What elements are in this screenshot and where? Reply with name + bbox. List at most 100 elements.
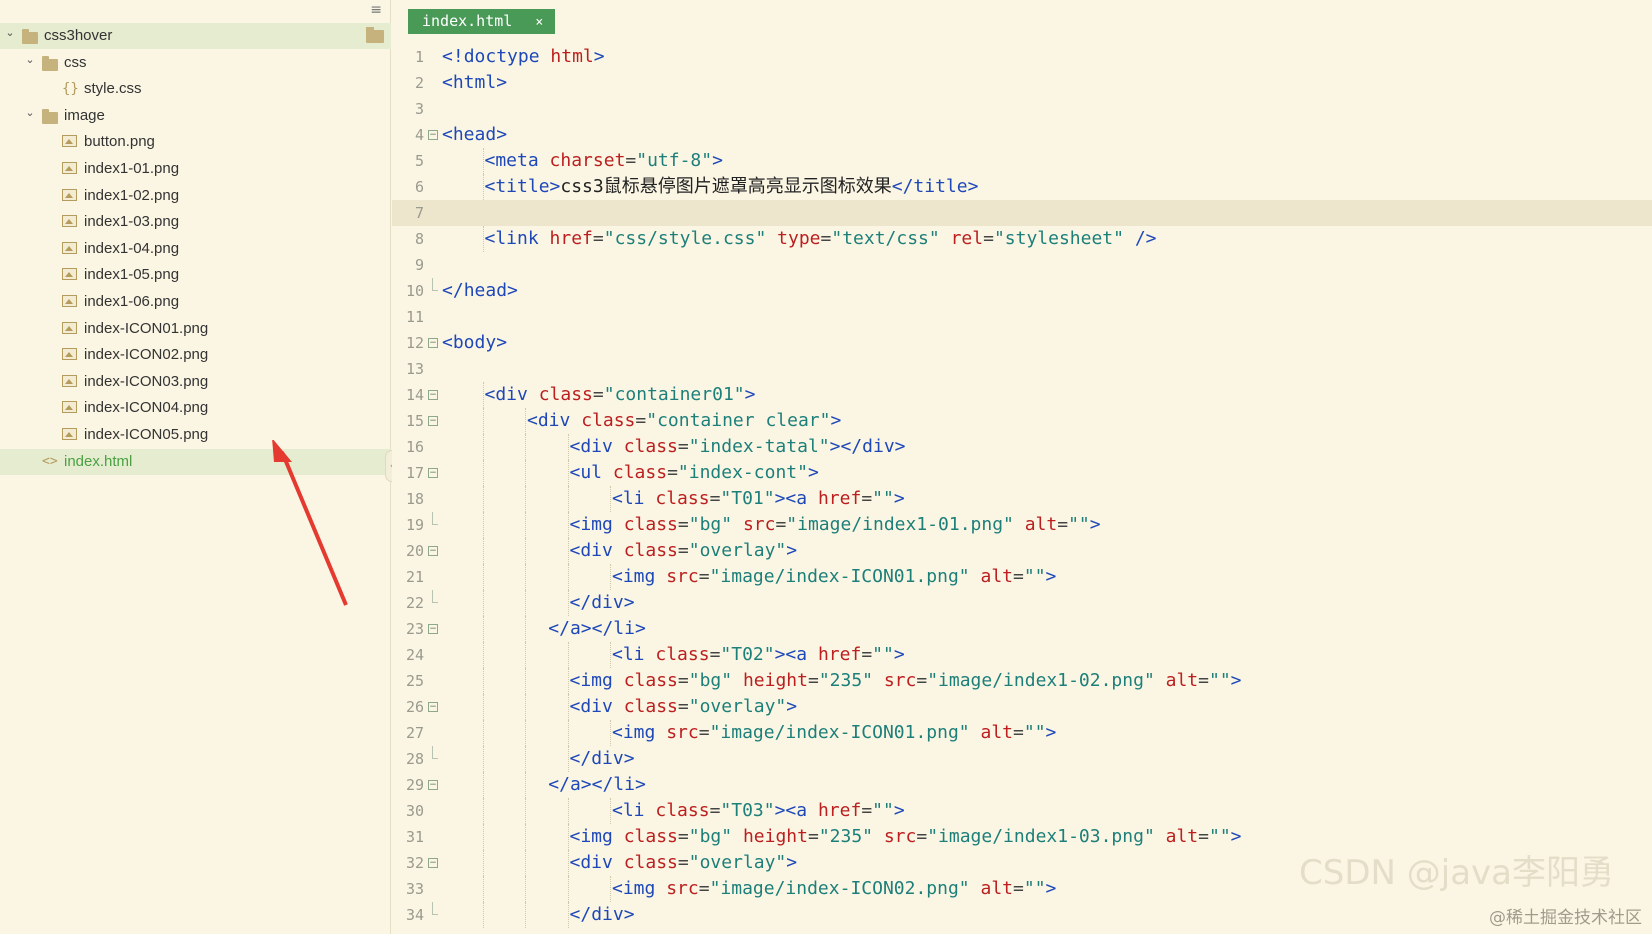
code-text: </a></li> bbox=[548, 616, 646, 642]
code-line[interactable]: 6 <title>css3鼠标悬停图片遮罩高亮显示图标效果</title> bbox=[392, 174, 1652, 200]
code-line[interactable]: 19 <img class="bg" src="image/index1-01.p… bbox=[392, 512, 1652, 538]
code-line[interactable]: 7 bbox=[392, 200, 1652, 226]
code-area[interactable]: 1 <!doctype html> 2 <html> 3 4− <head> 5 <meta c… bbox=[392, 44, 1652, 928]
fold-toggle-icon[interactable]: − bbox=[428, 858, 438, 868]
chevron-down-icon[interactable]: ⌄ bbox=[24, 100, 36, 126]
code-token: < bbox=[569, 826, 581, 847]
fold-toggle-icon[interactable]: − bbox=[428, 546, 438, 556]
code-line[interactable]: 9 bbox=[392, 252, 1652, 278]
code-token: > bbox=[893, 644, 905, 665]
code-line[interactable]: 30 <li class="T03"><a href=""> bbox=[392, 798, 1652, 824]
code-line[interactable]: 17− <ul class="index-cont"> bbox=[392, 460, 1652, 486]
code-token: = bbox=[677, 852, 689, 873]
tree-item-index-icon04-png[interactable]: index-ICON04.png bbox=[0, 395, 391, 421]
code-line[interactable]: 10 </head> bbox=[392, 278, 1652, 304]
code-line[interactable]: 18 <li class="T01"><a href=""> bbox=[392, 486, 1652, 512]
indent-guide bbox=[525, 798, 526, 824]
fold-toggle-icon[interactable]: − bbox=[428, 468, 438, 478]
tree-item-index-icon01-png[interactable]: index-ICON01.png bbox=[0, 316, 391, 342]
code-token: </ bbox=[891, 176, 914, 197]
indent-guide bbox=[567, 746, 569, 772]
indent-guide bbox=[610, 798, 611, 824]
code-token: >< bbox=[774, 488, 797, 509]
tree-item-css3hover[interactable]: ⌄ css3hover bbox=[0, 23, 391, 49]
fold-toggle-icon[interactable]: − bbox=[428, 130, 438, 140]
code-line[interactable]: 26− <div class="overlay"> bbox=[392, 694, 1652, 720]
fold-toggle-icon[interactable]: − bbox=[428, 338, 438, 348]
indent-guide bbox=[482, 148, 484, 174]
fold-toggle-icon[interactable]: − bbox=[428, 416, 438, 426]
code-line[interactable]: 13 bbox=[392, 356, 1652, 382]
tree-item-label: css bbox=[64, 53, 87, 71]
tree-item-index1-03-png[interactable]: index1-03.png bbox=[0, 209, 391, 235]
indent-guide bbox=[525, 590, 526, 616]
tab-label: index.html bbox=[422, 12, 513, 30]
code-line[interactable]: 5 <meta charset="utf-8"> bbox=[392, 148, 1652, 174]
tree-item-index1-05-png[interactable]: index1-05.png bbox=[0, 262, 391, 288]
code-line[interactable]: 23− </a></li> bbox=[392, 616, 1652, 642]
code-line[interactable]: 15− <div class="container clear"> bbox=[392, 408, 1652, 434]
code-token: > bbox=[744, 384, 756, 405]
tab-index-html[interactable]: index.html × bbox=[408, 9, 556, 34]
indent-guide bbox=[567, 668, 569, 694]
code-line[interactable]: 1 <!doctype html> bbox=[392, 44, 1652, 70]
chevron-down-icon[interactable]: ⌄ bbox=[24, 47, 36, 73]
tree-item-index1-06-png[interactable]: index1-06.png bbox=[0, 289, 391, 315]
code-line[interactable]: 14− <div class="container01"> bbox=[392, 382, 1652, 408]
code-token: < bbox=[569, 696, 581, 717]
fold-toggle-icon[interactable]: − bbox=[428, 624, 438, 634]
chevron-down-icon[interactable]: ⌄ bbox=[4, 20, 16, 46]
tree-item-index1-02-png[interactable]: index1-02.png bbox=[0, 183, 391, 209]
tab-close-icon[interactable]: × bbox=[535, 15, 543, 30]
tree-item-index-icon05-png[interactable]: index-ICON05.png bbox=[0, 422, 391, 448]
code-line[interactable]: 4− <head> bbox=[392, 122, 1652, 148]
tree-item-index1-01-png[interactable]: index1-01.png bbox=[0, 156, 391, 182]
fold-toggle-icon[interactable]: − bbox=[428, 390, 438, 400]
open-folder-icon[interactable] bbox=[366, 27, 384, 43]
code-line[interactable]: 21 <img src="image/index-ICON01.png" alt=… bbox=[392, 564, 1652, 590]
indent-guide bbox=[482, 876, 484, 902]
fold-toggle-icon[interactable]: − bbox=[428, 702, 438, 712]
code-line[interactable]: 2 <html> bbox=[392, 70, 1652, 96]
code-token: li bbox=[622, 488, 645, 509]
indent-guide bbox=[567, 512, 569, 538]
code-line[interactable]: 24 <li class="T02"><a href=""> bbox=[392, 642, 1652, 668]
code-line[interactable]: 34 </div> bbox=[392, 902, 1652, 928]
tree-item-index-icon02-png[interactable]: index-ICON02.png bbox=[0, 342, 391, 368]
indent-guide bbox=[610, 564, 611, 590]
tree-item-css[interactable]: ⌄ css bbox=[0, 50, 391, 76]
tree-item-style-css[interactable]: {} style.css bbox=[0, 76, 391, 102]
code-token: = bbox=[677, 514, 689, 535]
code-line[interactable]: 22 </div> bbox=[392, 590, 1652, 616]
code-line[interactable]: 3 bbox=[392, 96, 1652, 122]
tree-item-label: image bbox=[64, 106, 105, 124]
tree-item-index1-04-png[interactable]: index1-04.png bbox=[0, 236, 391, 262]
hamburger-menu-icon[interactable]: ≡ bbox=[370, 2, 382, 18]
code-token: = bbox=[709, 644, 721, 665]
code-line[interactable]: 29− </a></li> bbox=[392, 772, 1652, 798]
tree-item-button-png[interactable]: button.png bbox=[0, 129, 391, 155]
indent-guide bbox=[525, 486, 526, 512]
code-line[interactable]: 11 bbox=[392, 304, 1652, 330]
code-editor[interactable]: index.html × 1 <!doctype html> 2 <html> 3 4− <… bbox=[392, 0, 1652, 934]
code-line[interactable]: 27 <img src="image/index-ICON01.png" alt=… bbox=[392, 720, 1652, 746]
tree-item-index-icon03-png[interactable]: index-ICON03.png bbox=[0, 369, 391, 395]
code-line[interactable]: 28 </div> bbox=[392, 746, 1652, 772]
code-token: < bbox=[569, 462, 581, 483]
code-text: </div> bbox=[570, 746, 635, 772]
code-token: a bbox=[796, 644, 808, 665]
code-token: < bbox=[484, 176, 496, 197]
code-line[interactable]: 12− <body> bbox=[392, 330, 1652, 356]
code-line[interactable]: 20− <div class="overlay"> bbox=[392, 538, 1652, 564]
tree-item-index-html[interactable]: <> index.html bbox=[0, 448, 391, 475]
fold-toggle-icon[interactable]: − bbox=[428, 780, 438, 790]
tree-item-image[interactable]: ⌄ image bbox=[0, 103, 391, 129]
code-line[interactable]: 16 <div class="index-tatal"></div> bbox=[392, 434, 1652, 460]
code-line[interactable]: 25 <img class="bg" height="235" src="imag… bbox=[392, 668, 1652, 694]
code-line[interactable]: 8 <link href="css/style.css" type="text/c… bbox=[392, 226, 1652, 252]
indent-guide bbox=[567, 824, 569, 850]
